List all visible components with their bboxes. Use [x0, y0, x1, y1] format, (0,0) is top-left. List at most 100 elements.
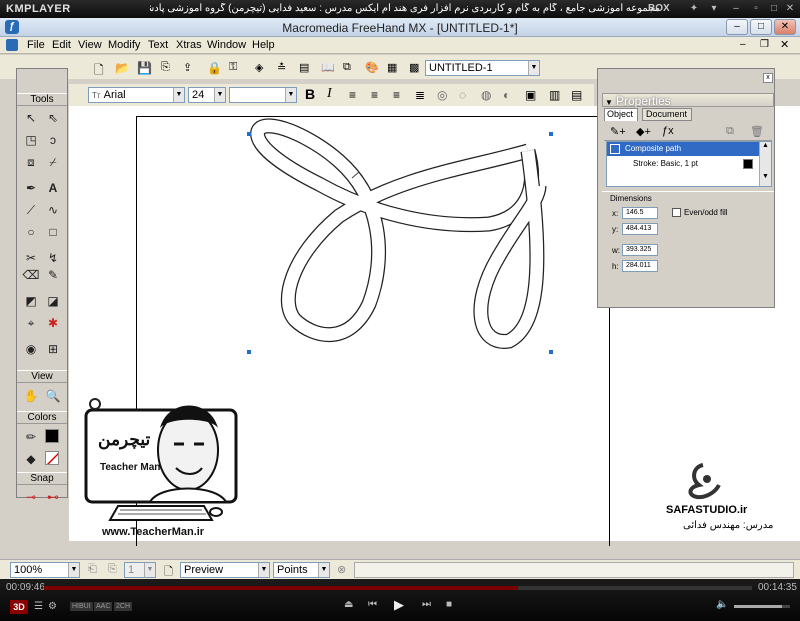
maximize-button[interactable]: □ [750, 19, 772, 35]
chevron-down-icon[interactable]: ▼ [214, 88, 225, 102]
minimize-button[interactable]: – [726, 19, 748, 35]
stroke-swatch[interactable] [743, 159, 753, 169]
menu-xtras[interactable]: Xtras [176, 39, 202, 51]
stroke-color-icon[interactable]: ✏ [22, 428, 40, 446]
doc-minimize-icon[interactable]: – [740, 39, 746, 50]
font-size-select[interactable]: 24 ▼ [188, 87, 226, 103]
chevron-down-icon[interactable]: ▼ [318, 563, 329, 577]
align-right-icon[interactable]: ≡ [393, 88, 400, 102]
add-effect-icon[interactable]: ƒx [662, 125, 674, 137]
rectangle-tool-icon[interactable]: □ [44, 223, 62, 241]
speaker-icon[interactable]: 🔈 [716, 599, 728, 610]
zoom-select[interactable]: 100% ▼ [10, 562, 80, 578]
knife-tool-icon[interactable]: ✂ [22, 249, 40, 267]
scroll-up-icon[interactable]: ▲ [760, 142, 771, 149]
volume-slider[interactable] [734, 605, 790, 608]
transform-icon[interactable]: ⧉ [342, 60, 358, 76]
properties-header[interactable]: ▼ Properties [602, 93, 774, 108]
doc-close-icon[interactable]: ✕ [780, 38, 789, 51]
chart-tool-icon[interactable]: ◪ [44, 292, 62, 310]
doc-restore-icon[interactable]: ❐ [760, 39, 769, 50]
chevron-down-icon[interactable]: ▼ [258, 563, 269, 577]
open-icon[interactable]: 📂 [114, 60, 130, 76]
text-tool-icon[interactable]: A [44, 179, 62, 197]
styles-icon[interactable]: ▤ [298, 60, 314, 76]
list-item-stroke[interactable]: Stroke: Basic, 1 pt [607, 157, 759, 171]
menu-file[interactable]: File [27, 39, 45, 51]
text-editor-icon[interactable]: ▣ [525, 88, 536, 102]
bezigon-tool-icon[interactable]: ⟋ [22, 201, 40, 219]
layers-icon[interactable]: ≛ [276, 60, 292, 76]
halftone-icon[interactable]: ▩ [408, 60, 424, 76]
unlock-icon[interactable]: ⚿ [228, 60, 244, 76]
paragraph-icon[interactable]: ▤ [571, 88, 582, 102]
pointer-tool-icon[interactable]: ↖ [22, 109, 40, 127]
kmp-minimize-icon[interactable]: – [730, 3, 742, 15]
spellcheck-icon[interactable]: ▥ [549, 88, 560, 102]
units-select[interactable]: Points ▼ [273, 562, 330, 578]
chevron-down-icon[interactable]: ▼ [528, 61, 539, 75]
justify-icon[interactable]: ≣ [415, 88, 425, 102]
menu-text[interactable]: Text [148, 39, 168, 51]
extrude-tool-icon[interactable]: ✱ [44, 314, 62, 332]
snap-to-point-icon[interactable]: ⊸ [22, 488, 40, 506]
prev-page-icon[interactable]: ⎗ [88, 563, 97, 576]
view-mode-select[interactable]: Preview ▼ [180, 562, 270, 578]
scroll-down-icon[interactable]: ▼ [760, 173, 771, 180]
align-icon[interactable]: ◈ [254, 60, 270, 76]
save-icon[interactable]: 💾 [136, 60, 152, 76]
seek-bar[interactable] [44, 586, 752, 590]
align-center-icon[interactable]: ≡ [371, 88, 378, 102]
fill-none-swatch[interactable] [45, 451, 59, 465]
evenodd-checkbox[interactable] [672, 208, 681, 217]
duplicate-item-icon[interactable]: ⧉ [726, 125, 734, 138]
menu-window[interactable]: Window [207, 39, 246, 51]
kmp-menu-icon[interactable]: ▾ [708, 3, 720, 15]
stop-icon[interactable]: ■ [446, 599, 452, 610]
hand-tool-icon[interactable]: ✋ [22, 387, 40, 405]
scale-tool-icon[interactable]: ⧈ [22, 153, 40, 171]
flow-inside-icon[interactable]: ◍ [481, 88, 491, 102]
page-tool-icon[interactable]: ◳ [22, 131, 40, 149]
swatches-icon[interactable]: ▦ [386, 60, 402, 76]
color-mixer-icon[interactable]: 🎨 [364, 60, 380, 76]
chevron-down-icon[interactable]: ▼ [173, 88, 184, 102]
badge-3d[interactable]: 3D [10, 600, 28, 614]
menu-help[interactable]: Help [252, 39, 275, 51]
h-field[interactable]: 284.011 [622, 260, 658, 272]
font-name-select[interactable]: Tт Arial ▼ [88, 87, 185, 103]
zoom-tool-icon[interactable]: 🔍 [44, 387, 62, 405]
envelope-icon[interactable]: ◎ [437, 88, 447, 102]
y-field[interactable]: 484.413 [622, 223, 658, 235]
settings-icon[interactable]: ⚙ [48, 601, 57, 612]
menu-edit[interactable]: Edit [52, 39, 71, 51]
list-scrollbar[interactable]: ▲ ▼ [759, 142, 771, 186]
symbol-tool-icon[interactable]: ◉ [22, 340, 40, 358]
menu-view[interactable]: View [78, 39, 102, 51]
eject-icon[interactable]: ⏏ [344, 599, 353, 610]
add-fill-icon[interactable]: ◆+ [636, 125, 651, 138]
new-document-icon[interactable]: 🗋 [93, 60, 109, 77]
w-field[interactable]: 393.325 [622, 244, 658, 256]
eyedropper-tool-icon[interactable]: ⌿ [44, 153, 62, 171]
ellipse-tool-icon[interactable]: ○ [22, 223, 40, 241]
chevron-down-icon[interactable]: ▼ [144, 563, 155, 577]
document-icon[interactable] [6, 39, 18, 51]
pin-icon[interactable]: ✦ [688, 3, 700, 15]
close-button[interactable]: ✕ [774, 19, 796, 35]
list-item-composite-path[interactable]: Composite path [607, 142, 759, 156]
fill-color-icon[interactable]: ◆ [22, 450, 40, 468]
tab-document[interactable]: Document [642, 108, 692, 121]
trace-tool-icon[interactable]: ⌖ [22, 314, 40, 332]
add-stroke-icon[interactable]: ✎+ [610, 125, 626, 138]
kmp-close-icon[interactable]: ✕ [784, 3, 796, 15]
x-field[interactable]: 146.5 [622, 207, 658, 219]
properties-close-icon[interactable]: x [763, 73, 773, 83]
snap-to-guide-icon[interactable]: ⊷ [44, 488, 62, 506]
freeform-tool-icon[interactable]: ↯ [44, 249, 62, 267]
next-page-icon[interactable]: ⎘ [108, 563, 117, 576]
play-icon[interactable]: ▶ [394, 597, 404, 613]
kmp-restore-icon[interactable]: ▫ [750, 3, 762, 15]
attach-path-icon[interactable]: ◌ [459, 88, 466, 102]
bold-button[interactable]: B [305, 86, 315, 102]
